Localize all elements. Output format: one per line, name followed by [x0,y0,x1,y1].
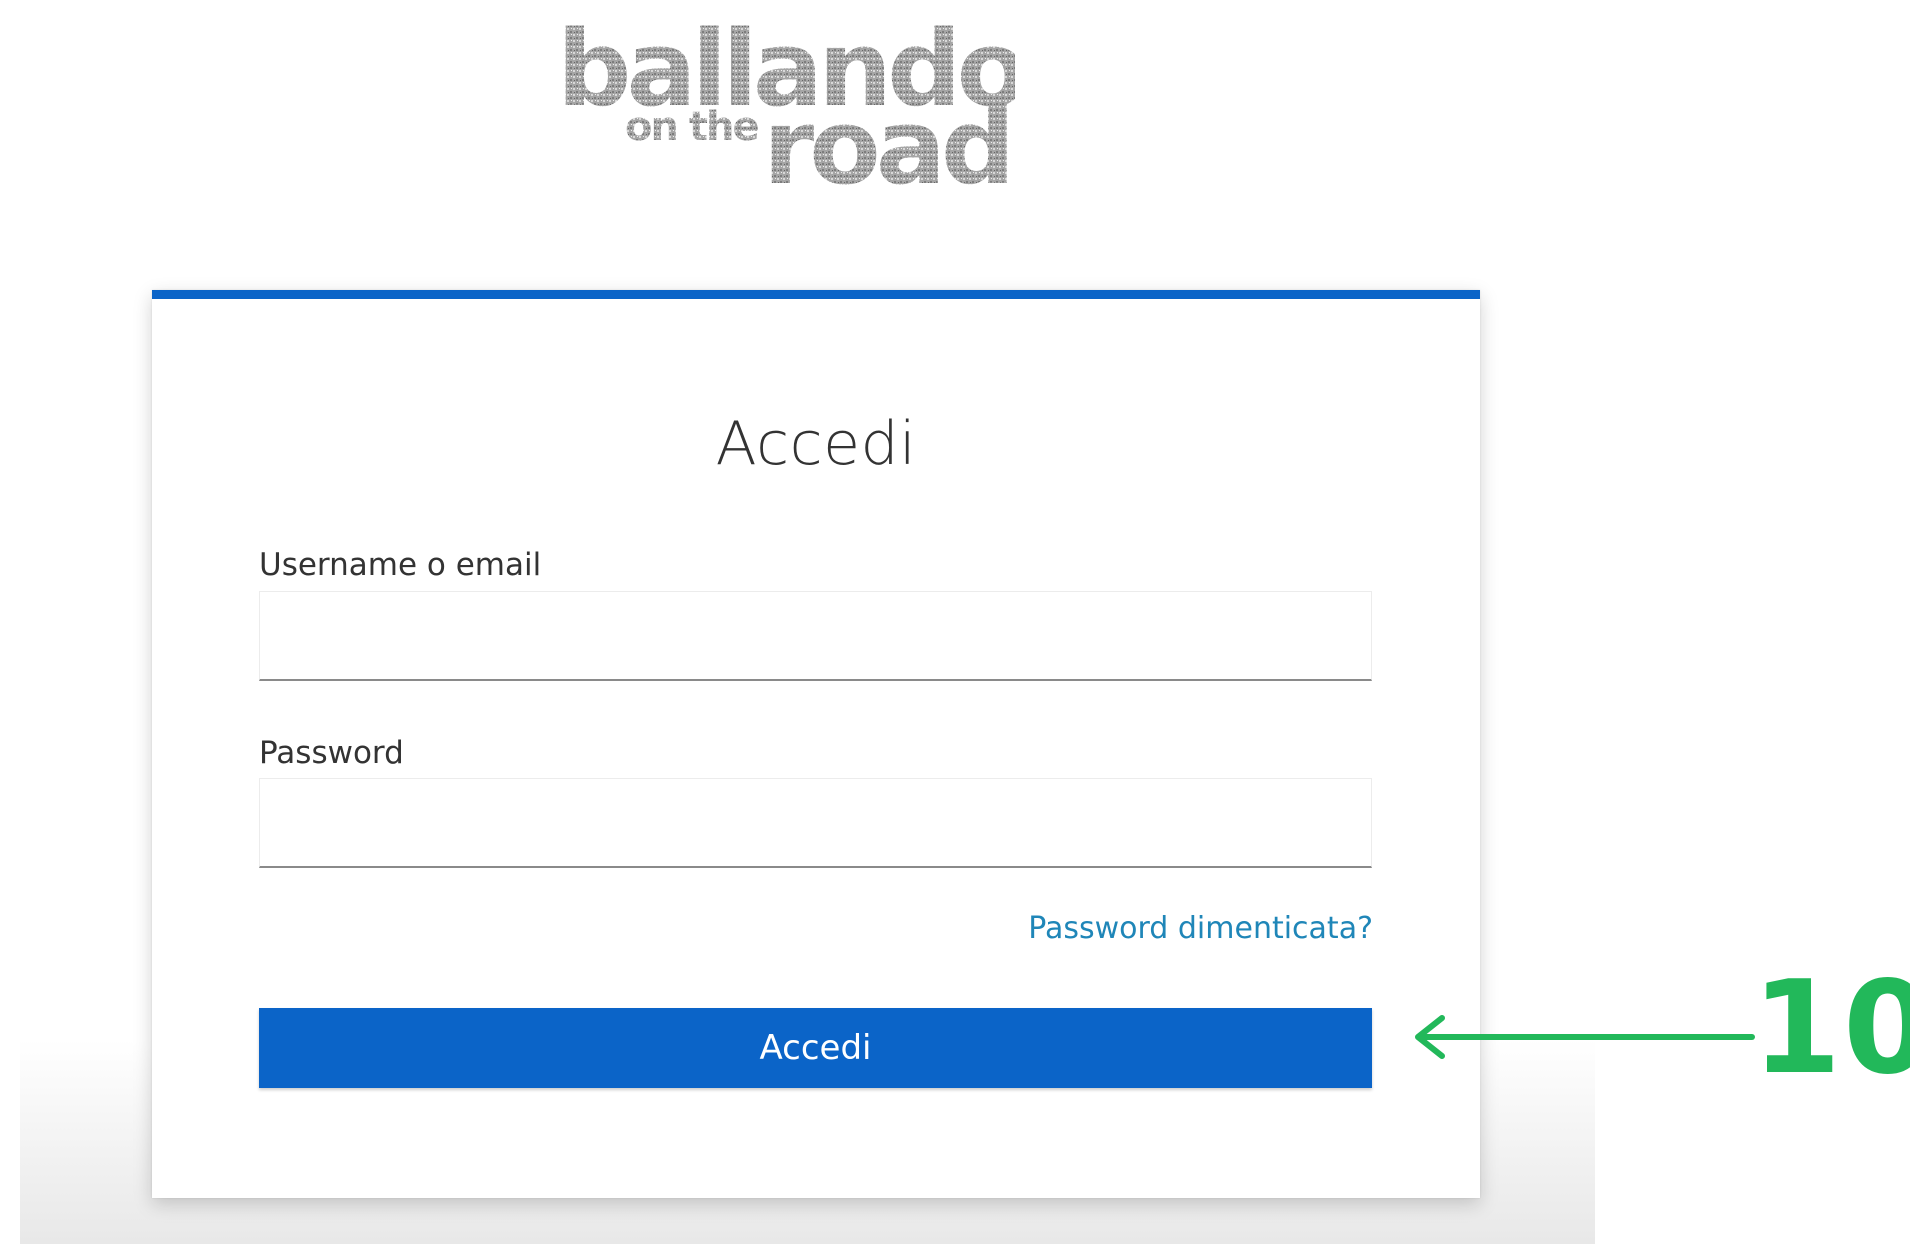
username-label: Username o email [259,547,542,583]
login-title: Accedi [715,409,917,479]
login-card: Accedi Username o email Password Passwor… [152,290,1480,1198]
logo-graphic: ballando on the road [557,10,1015,195]
logo-text-road: road [763,86,1010,195]
password-label: Password [259,735,404,771]
password-input[interactable] [259,778,1372,868]
annotation-arrow-icon [1412,1012,1755,1062]
annotation-step-number: 10 [1752,954,1910,1103]
ballando-on-the-road-logo: ballando on the road [555,10,1015,195]
logo-text-on-the: on the [625,104,758,150]
login-submit-button[interactable]: Accedi [259,1008,1372,1088]
username-input[interactable] [259,591,1372,681]
forgot-password-link[interactable]: Password dimenticata? [1028,911,1373,946]
